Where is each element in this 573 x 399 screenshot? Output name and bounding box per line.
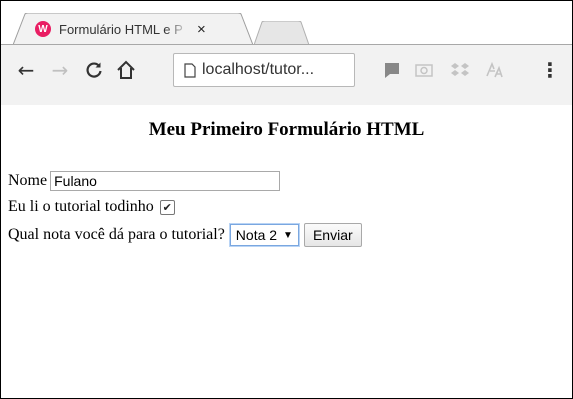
home-button[interactable] [111,55,141,85]
reload-icon [86,62,102,78]
page-icon [184,62,196,78]
address-bar[interactable]: localhost/tutor... [173,53,355,87]
extension-translate-button[interactable] [479,55,509,85]
name-row: Nome [8,171,281,191]
forward-arrow-icon: → [51,58,69,82]
tab-active[interactable]: W Formulário HTML e P × [35,17,251,41]
rating-select[interactable]: Nota 2 ▼ [229,224,299,246]
browser-window: W Formulário HTML e P × ← → localhost/tu… [0,0,573,399]
extension-camera-button[interactable] [409,55,439,85]
read-checkbox[interactable]: ✔ [159,199,175,215]
forward-button[interactable]: → [45,55,75,85]
extension-dropbox-icon [451,63,469,76]
new-tab-button[interactable] [254,21,314,45]
page-title: Meu Primeiro Formulário HTML [148,119,425,140]
name-field[interactable] [50,171,281,191]
page-content: Meu Primeiro Formulário HTML Nome Eu li … [1,105,572,398]
extension-dropbox-button[interactable] [445,55,475,85]
browser-toolbar: ← → localhost/tutor... ⋮ [1,44,572,106]
close-icon[interactable]: × [197,21,206,38]
extension-camera-icon [415,64,433,77]
extension-translate-icon [486,61,503,78]
name-label: Nome [8,172,48,189]
reload-button[interactable] [79,55,109,85]
rating-selected-value: Nota 2 [235,227,278,243]
extension-pushbullet-icon [385,63,399,78]
tab-title: Formulário HTML e P [59,21,189,37]
menu-button[interactable]: ⋮ [535,55,565,85]
address-text: localhost/tutor... [202,61,315,78]
back-arrow-icon: ← [17,58,35,82]
rating-label: Qual nota você dá para o tutorial? [8,226,225,243]
chevron-down-icon: ▼ [283,229,293,241]
submit-button[interactable]: Enviar [303,223,362,247]
extension-pushbullet-button[interactable] [377,55,407,85]
home-icon [117,60,135,79]
tab-strip: W Formulário HTML e P × [1,1,572,45]
menu-icon: ⋮ [540,58,560,82]
rating-row: Qual nota você dá para o tutorial? Nota … [8,223,362,247]
back-button[interactable]: ← [11,55,41,85]
tab-favicon-icon: W [35,21,51,37]
read-label: Eu li o tutorial todinho [8,198,154,215]
read-row: Eu li o tutorial todinho ✔ [8,198,175,216]
